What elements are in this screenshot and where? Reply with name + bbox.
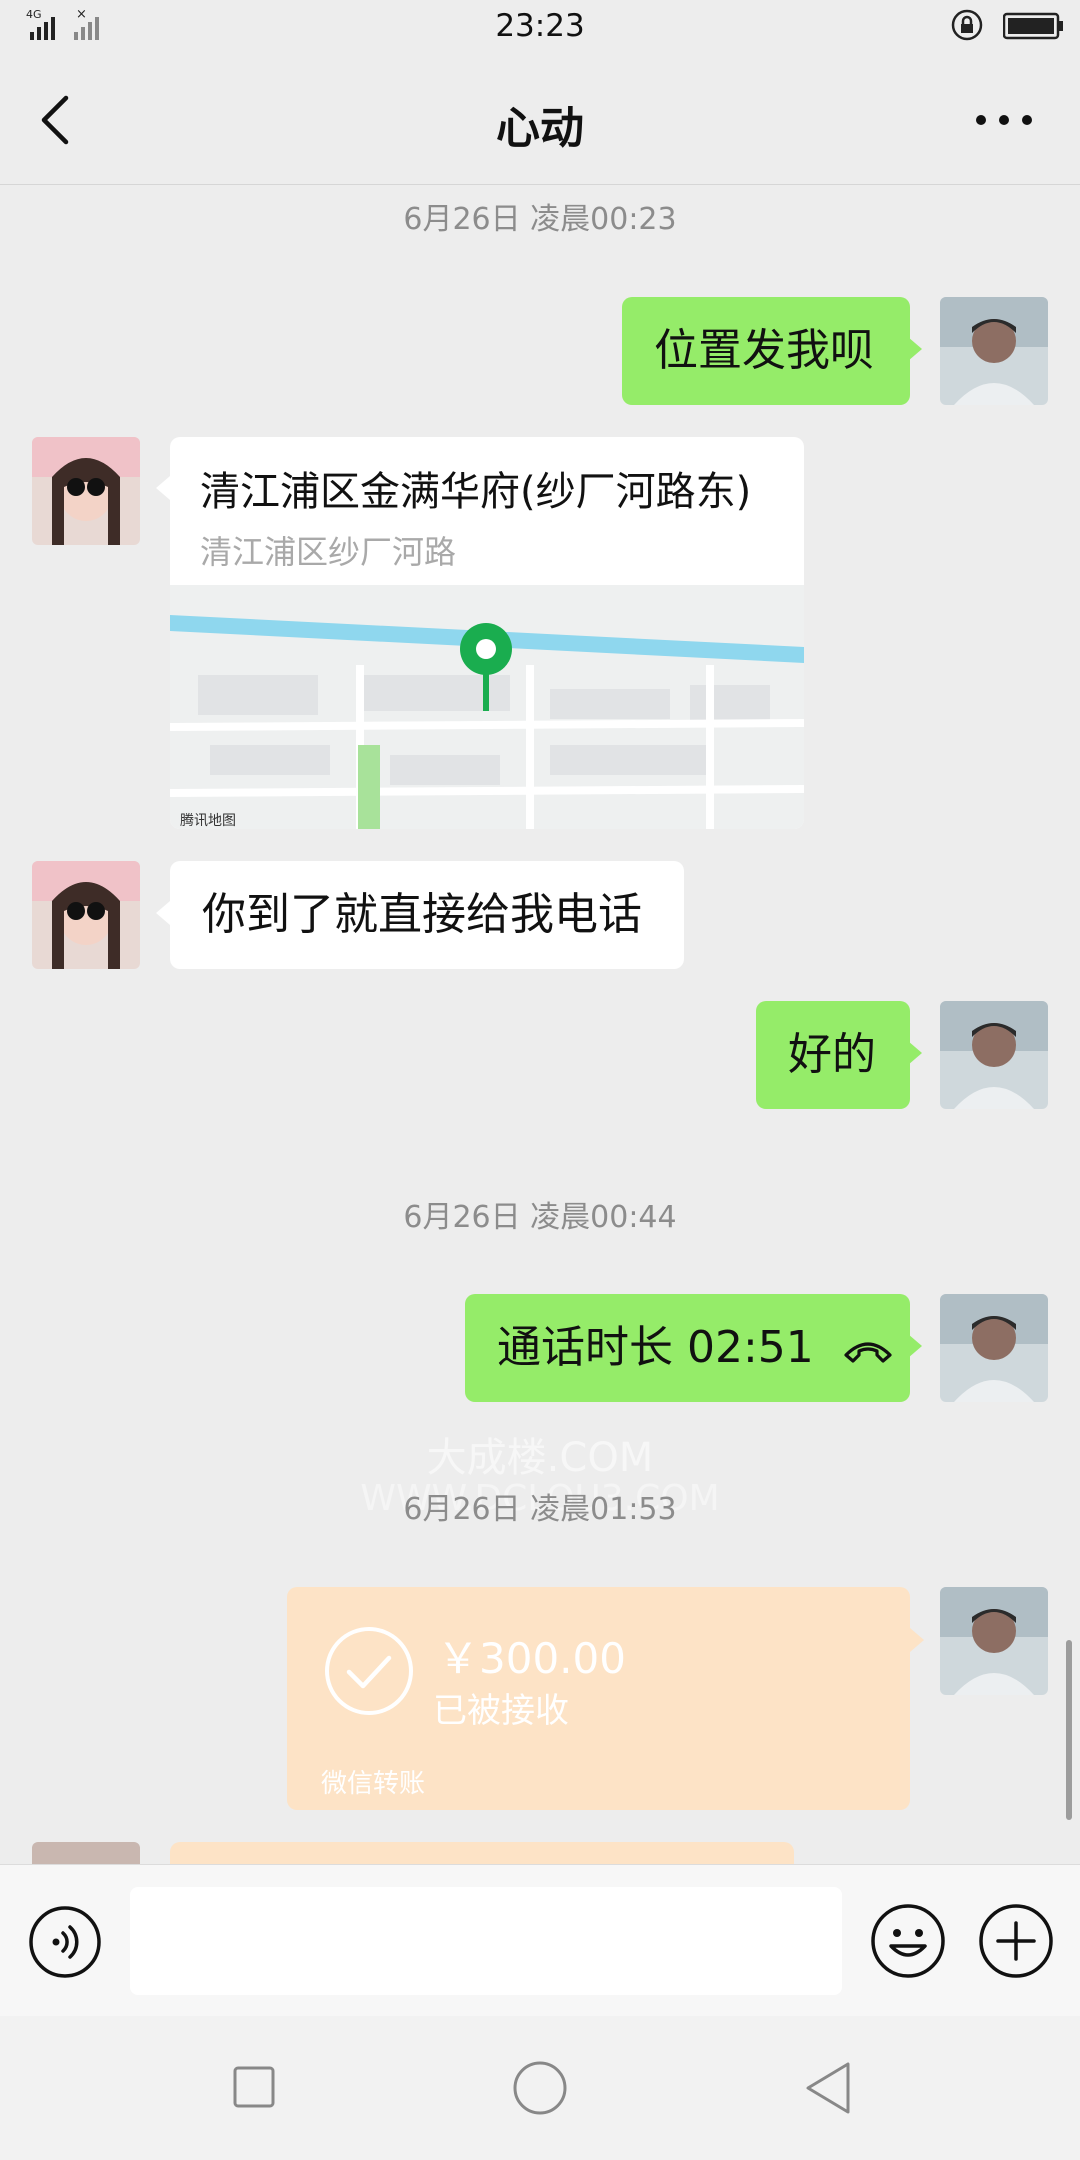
message-bubble-contact[interactable]: 你到了就直接给我电话 [156, 861, 684, 969]
circle-icon [513, 2061, 567, 2115]
battery-icon [1002, 12, 1065, 44]
location-address: 清江浦区纱厂河路 [200, 533, 457, 571]
system-back-button[interactable] [804, 2060, 854, 2116]
phone-hangup-icon [844, 1342, 892, 1363]
map-provider-label: 腾讯地图 [180, 812, 236, 829]
avatar-self[interactable] [940, 297, 1048, 405]
check-circle-icon [323, 1625, 415, 1721]
emoji-icon [871, 1904, 945, 1978]
system-nav-bar [0, 2016, 1080, 2160]
more-button[interactable] [975, 106, 1033, 134]
plus-icon [979, 1904, 1053, 1978]
avatar-self[interactable] [940, 1001, 1048, 1109]
avatar-self[interactable] [940, 1587, 1048, 1695]
bubble-tail [910, 1628, 924, 1652]
chat-header: 心动 [0, 56, 1080, 185]
message-bubble-self[interactable]: 位置发我呗 [622, 297, 922, 405]
status-bar: 4G × 23:23 [0, 0, 1080, 56]
transfer-amount: ￥300.00 [437, 1634, 626, 1683]
input-bar [0, 1864, 1080, 2017]
triangle-back-icon [806, 2062, 850, 2114]
timestamp: 6月26日 凌晨00:44 [403, 1200, 677, 1235]
status-time: 23:23 [495, 8, 585, 44]
more-functions-button[interactable] [978, 1903, 1054, 1979]
bubble-tail [156, 476, 170, 500]
voice-input-button[interactable] [28, 1905, 102, 1979]
avatar-contact[interactable] [32, 437, 140, 545]
more-dots-icon [976, 115, 1032, 125]
square-icon [233, 2066, 275, 2108]
home-button[interactable] [512, 2060, 568, 2116]
chat-title: 心动 [496, 103, 584, 154]
transfer-status: 已被接收 [433, 1691, 569, 1731]
transfer-card[interactable]: ￥300.00 已被接收 微信转账 [287, 1587, 910, 1810]
location-map: 腾讯地图 [170, 585, 804, 829]
watermark: 大成楼.COM [426, 1435, 654, 1481]
timestamp: 6月26日 凌晨00:23 [403, 202, 677, 237]
scrollbar[interactable] [1066, 1640, 1072, 1820]
transfer-label: 微信转账 [321, 1769, 426, 1799]
message-bubble-self[interactable]: 好的 [756, 1001, 922, 1109]
call-record-bubble[interactable]: 通话时长 02:51 [465, 1294, 922, 1402]
timestamp: 6月26日 凌晨01:53 [403, 1492, 677, 1527]
avatar-contact[interactable] [32, 861, 140, 969]
rotation-lock-icon [950, 8, 984, 46]
location-card[interactable]: 清江浦区金满华府(纱厂河路东) 清江浦区纱厂河路 腾讯地图 [170, 437, 804, 829]
recent-apps-button[interactable] [233, 2066, 275, 2108]
call-duration: 通话时长 02:51 [497, 1322, 814, 1373]
voice-icon [29, 1906, 101, 1978]
location-title: 清江浦区金满华府(纱厂河路东) [200, 469, 752, 515]
message-input[interactable] [130, 1887, 842, 1995]
avatar-self[interactable] [940, 1294, 1048, 1402]
emoji-button[interactable] [870, 1903, 946, 1979]
